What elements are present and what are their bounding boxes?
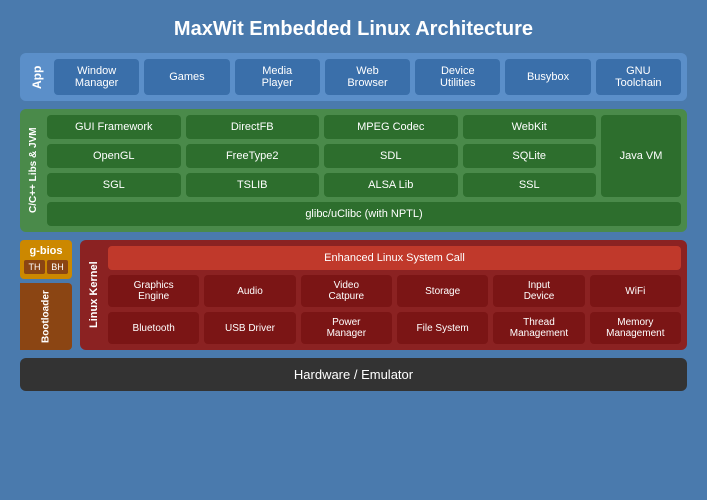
app-boxes: WindowManager Games MediaPlayer WebBrows… [54,59,681,95]
freetype2-box: FreeType2 [186,144,320,168]
kernel-syscall: Enhanced Linux System Call [108,246,681,270]
gbios-bh: BH [47,260,68,274]
glibc-row: glibc/uClibc (with NPTL) [47,202,681,226]
kernel-content: Enhanced Linux System Call GraphicsEngin… [108,246,681,344]
libs-layer: C/C++ Libs & JVM GUI Framework DirectFB … [20,109,687,232]
kernel-layer-label: Linux Kernel [86,246,102,344]
gnu-toolchain-box: GNUToolchain [596,59,681,95]
window-manager-box: WindowManager [54,59,139,95]
web-browser-box: WebBrowser [325,59,410,95]
media-player-box: MediaPlayer [235,59,320,95]
bootloader-col: g-bios TH BH Bootloader [20,240,72,350]
libs-layer-label: C/C++ Libs & JVM [26,115,41,226]
libs-with-java: GUI Framework DirectFB MPEG Codec WebKit… [47,115,681,197]
webkit-box: WebKit [463,115,597,139]
graphics-engine-box: GraphicsEngine [108,275,199,307]
libs-row2: OpenGL FreeType2 SDL SQLite [47,144,596,168]
bluetooth-box: Bluetooth [108,312,199,344]
games-box: Games [144,59,229,95]
gbios-label: g-bios [24,245,68,257]
sgl-box: SGL [47,173,181,197]
kernel-row1: GraphicsEngine Audio VideoCatpure Storag… [108,275,681,307]
app-layer-label: App [26,59,48,95]
diagram: App WindowManager Games MediaPlayer WebB… [20,53,687,391]
sdl-box: SDL [324,144,458,168]
kernel-rows: GraphicsEngine Audio VideoCatpure Storag… [108,275,681,344]
libs-main-rows: GUI Framework DirectFB MPEG Codec WebKit… [47,115,596,197]
libs-row3: SGL TSLIB ALSA Lib SSL [47,173,596,197]
busybox-box: Busybox [505,59,590,95]
tslib-box: TSLIB [186,173,320,197]
power-manager-box: PowerManager [301,312,392,344]
gbios-area: g-bios TH BH [20,240,72,279]
libs-row1: GUI Framework DirectFB MPEG Codec WebKit [47,115,596,139]
libs-content: GUI Framework DirectFB MPEG Codec WebKit… [47,115,681,226]
storage-box: Storage [397,275,488,307]
gui-framework-box: GUI Framework [47,115,181,139]
ssl-box: SSL [463,173,597,197]
gbios-sub: TH BH [24,260,68,274]
kernel-row2: Bluetooth USB Driver PowerManager File S… [108,312,681,344]
alsa-lib-box: ALSA Lib [324,173,458,197]
audio-box: Audio [204,275,295,307]
bootloader-label: Bootloader [20,283,72,350]
hardware-layer: Hardware / Emulator [20,358,687,391]
file-system-box: File System [397,312,488,344]
thread-management-box: ThreadManagement [493,312,584,344]
kernel-section: g-bios TH BH Bootloader Linux Kernel Enh… [20,240,687,350]
app-layer: App WindowManager Games MediaPlayer WebB… [20,53,687,101]
kernel-layer: Linux Kernel Enhanced Linux System Call … [80,240,687,350]
mpeg-codec-box: MPEG Codec [324,115,458,139]
java-vm-box: Java VM [601,115,681,197]
opengl-box: OpenGL [47,144,181,168]
device-utilities-box: DeviceUtilities [415,59,500,95]
directfb-box: DirectFB [186,115,320,139]
main-title: MaxWit Embedded Linux Architecture [0,0,707,53]
usb-driver-box: USB Driver [204,312,295,344]
video-capture-box: VideoCatpure [301,275,392,307]
sqlite-box: SQLite [463,144,597,168]
gbios-th: TH [24,260,45,274]
wifi-box: WiFi [590,275,681,307]
memory-management-box: MemoryManagement [590,312,681,344]
input-device-box: InputDevice [493,275,584,307]
